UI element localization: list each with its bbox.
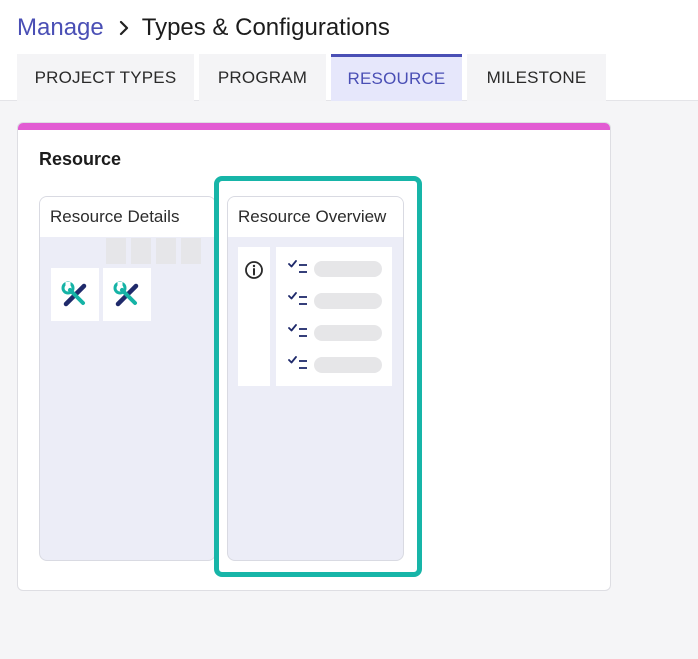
chevron-right-icon	[119, 20, 128, 36]
placeholder-block	[156, 238, 176, 264]
placeholder-block	[131, 238, 151, 264]
panel-title: Resource	[39, 149, 122, 169]
checklist-icon	[288, 356, 307, 369]
tab-resource[interactable]: RESOURCE	[331, 54, 462, 101]
info-icon	[245, 261, 263, 279]
tab-bar: PROJECT TYPES PROGRAM RESOURCE MILESTONE	[17, 54, 606, 101]
tools-icon	[113, 281, 139, 306]
tool-tile	[51, 268, 99, 321]
resource-details-card[interactable]: Resource Details	[39, 196, 216, 561]
placeholder-pill	[314, 293, 382, 309]
checklist-icon	[288, 324, 307, 337]
tab-project-types[interactable]: PROJECT TYPES	[17, 54, 194, 101]
resource-config-panel: Resource Resource Details Resource Overv…	[17, 122, 611, 591]
resource-overview-title: Resource Overview	[228, 197, 403, 237]
placeholder-block	[181, 238, 201, 264]
checklist-icon	[288, 260, 307, 273]
resource-details-title: Resource Details	[40, 197, 215, 237]
resource-overview-card[interactable]: Resource Overview	[227, 196, 404, 561]
tab-milestone[interactable]: MILESTONE	[467, 54, 606, 101]
page-title: Types & Configurations	[141, 14, 390, 41]
info-strip	[238, 247, 270, 386]
tab-program[interactable]: PROGRAM	[199, 54, 326, 101]
placeholder-block	[106, 238, 126, 264]
breadcrumb-manage-link[interactable]: Manage	[17, 14, 104, 42]
tools-icon	[61, 281, 87, 306]
placeholder-pill	[314, 357, 382, 373]
checklist-panel	[276, 247, 392, 386]
checklist-icon	[288, 292, 307, 305]
list-item	[286, 291, 382, 311]
list-item	[286, 355, 382, 375]
page-header: Manage Types & Configurations PROJECT TY…	[0, 0, 698, 101]
list-item	[286, 323, 382, 343]
panel-accent-bar	[18, 123, 610, 130]
tool-tile	[103, 268, 151, 321]
breadcrumb: Manage Types & Configurations	[17, 12, 390, 44]
list-item	[286, 259, 382, 279]
placeholder-pill	[314, 325, 382, 341]
placeholder-pill	[314, 261, 382, 277]
